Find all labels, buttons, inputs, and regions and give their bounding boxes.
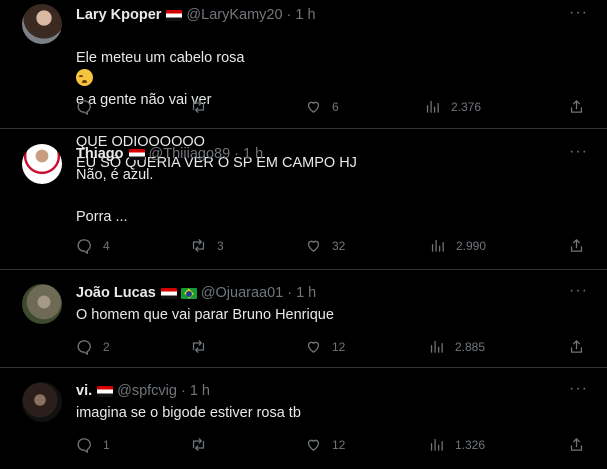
retweet-icon: [192, 340, 205, 353]
like-count: 12: [332, 437, 346, 452]
reply-button[interactable]: 2: [76, 338, 110, 355]
retweet-icon: [192, 438, 205, 451]
share-button[interactable]: [568, 237, 585, 254]
more-icon[interactable]: ···: [569, 283, 587, 304]
brazil-flag-icon: [180, 287, 197, 299]
display-name[interactable]: Thiago: [76, 146, 124, 162]
sao-paulo-flag-icon: [128, 148, 145, 160]
reply-button[interactable]: [76, 98, 103, 115]
views-count: 2.885: [455, 339, 486, 354]
tweet-header: Thiago @Thiiiago89 · 1 h: [76, 145, 263, 163]
views-icon: [430, 340, 443, 353]
timestamp[interactable]: 1 h: [296, 285, 316, 301]
views-icon: [431, 239, 444, 252]
tweet[interactable]: Thiago @Thiiiago89 · 1 h ··· Não, é azul…: [0, 129, 607, 270]
tweet-text-line1: Ele meteu um cabelo rosa: [76, 50, 245, 66]
reply-count: 1: [103, 437, 110, 452]
avatar[interactable]: [22, 382, 62, 422]
separator: ·: [234, 146, 240, 162]
reply-icon: [77, 100, 91, 115]
share-button[interactable]: [568, 436, 585, 453]
like-icon: [307, 240, 320, 252]
sao-paulo-flag-icon: [160, 287, 177, 299]
handle[interactable]: @Thiiiago89: [149, 146, 231, 162]
action-bar: 1 12 1.326: [0, 436, 607, 456]
views-button[interactable]: 2.990: [429, 237, 486, 254]
retweet-icon: [192, 100, 205, 113]
views-count: 1.326: [455, 437, 486, 452]
share-icon: [570, 340, 583, 353]
display-name[interactable]: Lary Kpoper: [76, 7, 161, 23]
tweet[interactable]: Lary Kpoper @LaryKamy20 · 1 h ··· Ele me…: [0, 0, 607, 171]
like-count: 32: [332, 238, 346, 253]
handle[interactable]: @Ojuaraa01: [201, 285, 283, 301]
reply-count: 2: [103, 339, 110, 354]
views-count: 2.376: [451, 99, 482, 114]
timestamp[interactable]: 1 h: [295, 7, 315, 23]
share-icon: [570, 239, 583, 252]
action-bar: 2 12 2.885: [0, 338, 607, 358]
views-button[interactable]: 2.885: [428, 338, 485, 355]
retweet-button[interactable]: [190, 338, 217, 355]
retweet-button[interactable]: [190, 98, 217, 115]
sao-paulo-flag-icon: [166, 9, 183, 21]
like-icon: [307, 101, 320, 113]
display-name[interactable]: vi.: [76, 383, 92, 399]
tweet-text: imagina se o bigode estiver rosa tb: [76, 405, 301, 421]
more-icon[interactable]: ···: [569, 381, 587, 402]
reply-count: 4: [103, 238, 110, 253]
views-icon: [426, 100, 439, 113]
avatar[interactable]: [22, 4, 62, 44]
share-button[interactable]: [568, 338, 585, 355]
views-button[interactable]: 2.376: [424, 98, 481, 115]
like-button[interactable]: 12: [305, 436, 345, 453]
like-icon: [307, 439, 320, 451]
action-bar: 4 3 32 2.990: [0, 237, 607, 257]
avatar[interactable]: [22, 144, 62, 184]
timestamp[interactable]: 1 h: [243, 146, 263, 162]
reply-icon: [77, 438, 91, 453]
tweet-header: vi. @spfcvig · 1 h: [76, 382, 210, 400]
avatar[interactable]: [22, 284, 62, 324]
timestamp[interactable]: 1 h: [190, 383, 210, 399]
share-icon: [570, 438, 583, 451]
retweet-count: 3: [217, 238, 224, 253]
crying-emoji-icon: [76, 69, 93, 86]
reply-icon: [77, 340, 91, 355]
like-icon: [307, 341, 320, 353]
retweet-button[interactable]: 3: [190, 237, 224, 254]
reply-icon: [77, 239, 91, 254]
more-icon[interactable]: ···: [569, 5, 587, 26]
like-button[interactable]: 32: [305, 237, 345, 254]
tweet-header: João Lucas @Ojuaraa01 · 1 h: [76, 284, 316, 302]
handle[interactable]: @spfcvig: [117, 383, 177, 399]
reply-button[interactable]: 4: [76, 237, 110, 254]
tweet-header: Lary Kpoper @LaryKamy20 · 1 h: [76, 6, 316, 24]
retweet-icon: [192, 239, 205, 252]
reply-button[interactable]: 1: [76, 436, 110, 453]
like-button[interactable]: 6: [305, 98, 339, 115]
tweet[interactable]: vi. @spfcvig · 1 h ··· imagina se o bigo…: [0, 368, 607, 469]
share-icon: [570, 100, 583, 113]
like-count: 12: [332, 339, 346, 354]
tweet-text: O homem que vai parar Bruno Henrique: [76, 307, 334, 323]
separator: ·: [180, 383, 186, 399]
tweet[interactable]: João Lucas @Ojuaraa01 · 1 h ··· O homem …: [0, 270, 607, 368]
more-icon[interactable]: ···: [569, 144, 587, 165]
separator: ·: [287, 285, 293, 301]
like-count: 6: [332, 99, 339, 114]
like-button[interactable]: 12: [305, 338, 345, 355]
separator: ·: [286, 7, 292, 23]
views-count: 2.990: [456, 238, 487, 253]
handle[interactable]: @LaryKamy20: [186, 7, 282, 23]
display-name[interactable]: João Lucas: [76, 285, 156, 301]
views-button[interactable]: 1.326: [428, 436, 485, 453]
share-button[interactable]: [568, 98, 585, 115]
tweet-text: Não, é azul. Porra ...: [76, 167, 154, 225]
action-bar: 6 2.376: [0, 98, 607, 118]
views-icon: [430, 438, 443, 451]
sao-paulo-flag-icon: [97, 385, 114, 397]
retweet-button[interactable]: [190, 436, 217, 453]
